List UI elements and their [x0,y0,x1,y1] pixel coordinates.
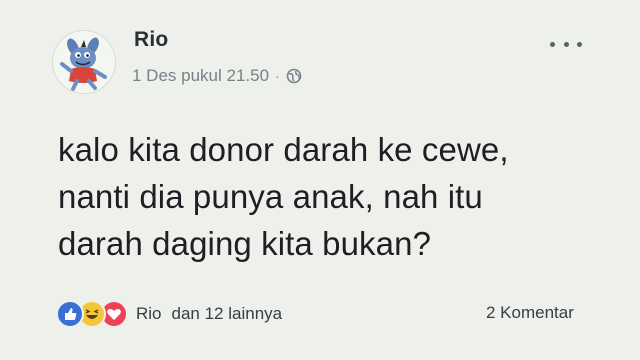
globe-icon[interactable] [286,68,302,84]
post-text-line: nanti dia punya anak, nah itu [58,178,483,215]
more-dot [577,41,582,47]
post-timestamp[interactable]: 1 Des pukul 21.50 [132,66,269,86]
meta-separator: · [275,68,280,84]
avatar[interactable] [52,30,116,94]
post-text-line: kalo kita donor darah ke cewe, [58,131,509,168]
post-text-line: darah daging kita bukan? [58,225,432,262]
reaction-first-name[interactable]: Rio [136,304,162,324]
like-icon [56,300,84,328]
facebook-post: Rio 1 Des pukul 21.50 · kalo kita donor … [0,0,640,360]
reaction-others[interactable]: dan 12 lainnya [172,304,283,324]
post-text: kalo kita donor darah ke cewe, nanti dia… [58,126,618,267]
cartoon-character-icon [60,37,107,91]
comments-count[interactable]: 2 Komentar [486,303,578,323]
more-options-icon[interactable] [550,36,582,52]
post-meta: 1 Des pukul 21.50 · [132,66,302,86]
author-name[interactable]: Rio [134,28,168,52]
reaction-names[interactable]: Rio dan 12 lainnya [136,304,282,324]
more-dot [550,41,555,47]
reactions-summary[interactable]: Rio dan 12 lainnya [56,300,282,328]
more-dot [563,41,569,47]
